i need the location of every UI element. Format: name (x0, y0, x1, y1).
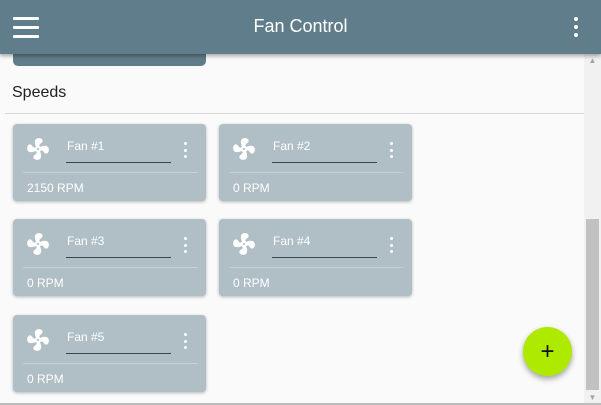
fan-card[interactable]: Fan #2 0 RPM (219, 124, 412, 201)
more-vert-icon[interactable] (388, 237, 394, 253)
name-underline (66, 353, 171, 354)
section-divider (5, 113, 584, 114)
more-vert-icon[interactable] (571, 17, 581, 37)
fan-rpm: 0 RPM (233, 276, 270, 290)
card-divider (23, 363, 198, 364)
card-divider (229, 267, 404, 268)
fan-icon (27, 138, 49, 160)
fan-card[interactable]: Fan #5 0 RPM (13, 315, 206, 392)
fan-card[interactable]: Fan #4 0 RPM (219, 219, 412, 296)
add-icon: + (540, 337, 555, 365)
app-bar: Fan Control (0, 0, 601, 54)
more-vert-icon[interactable] (182, 237, 188, 253)
main-content: Speeds Fan #1 2150 RPM Fan #2 0 RPM Fan … (0, 54, 584, 405)
name-underline (272, 257, 377, 258)
scroll-up-arrow-icon[interactable]: ▲ (584, 54, 601, 68)
fan-rpm: 0 RPM (233, 181, 270, 195)
previous-card-edge (13, 54, 206, 66)
name-underline (66, 257, 171, 258)
fan-name[interactable]: Fan #2 (273, 139, 310, 153)
fan-icon (27, 329, 49, 351)
fan-card[interactable]: Fan #1 2150 RPM (13, 124, 206, 201)
fan-name[interactable]: Fan #3 (67, 234, 104, 248)
add-fan-button[interactable]: + (523, 327, 572, 376)
scrollbar-thumb[interactable] (586, 219, 599, 390)
card-divider (229, 172, 404, 173)
name-underline (66, 162, 171, 163)
more-vert-icon[interactable] (182, 333, 188, 349)
fan-icon (233, 233, 255, 255)
card-divider (23, 172, 198, 173)
fan-name[interactable]: Fan #4 (273, 234, 310, 248)
fan-icon (27, 233, 49, 255)
more-vert-icon[interactable] (182, 142, 188, 158)
fan-name[interactable]: Fan #5 (67, 330, 104, 344)
more-vert-icon[interactable] (388, 142, 394, 158)
fan-rpm: 2150 RPM (27, 181, 84, 195)
fan-card[interactable]: Fan #3 0 RPM (13, 219, 206, 296)
fan-rpm: 0 RPM (27, 372, 64, 386)
fan-rpm: 0 RPM (27, 276, 64, 290)
app-title: Fan Control (253, 16, 348, 36)
vertical-scrollbar[interactable]: ▲ ▼ (584, 54, 601, 405)
card-divider (23, 267, 198, 268)
fan-name[interactable]: Fan #1 (67, 139, 104, 153)
section-title: Speeds (12, 84, 67, 101)
fan-icon (233, 138, 255, 160)
name-underline (272, 162, 377, 163)
